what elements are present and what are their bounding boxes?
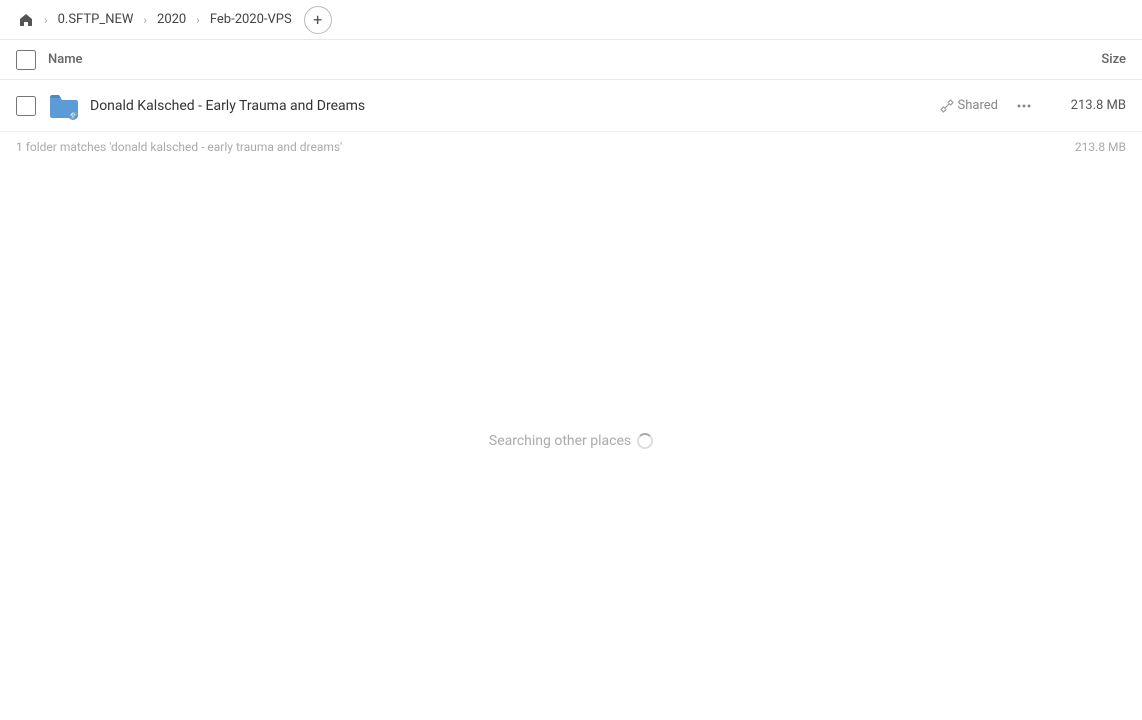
separator-1: › [44,13,48,27]
table-header: Name Size [0,40,1142,80]
spinner [637,433,653,449]
breadcrumb-bar: › 0.SFTP_NEW › 2020 › Feb-2020-VPS + [0,0,1142,40]
shared-label: Shared [958,98,998,113]
status-size: 213.8 MB [1046,140,1126,154]
name-column-header: Name [48,52,1046,67]
app-container: › 0.SFTP_NEW › 2020 › Feb-2020-VPS + Nam… [0,0,1142,720]
table-row[interactable]: 🔗 Donald Kalsched - Early Trauma and Dre… [0,80,1142,132]
file-size: 213.8 MB [1046,98,1126,113]
shared-badge: Shared [940,98,998,113]
breadcrumb-2020[interactable]: 2020 [151,8,192,31]
status-bar: 1 folder matches 'donald kalsched - earl… [0,132,1142,162]
status-text: 1 folder matches 'donald kalsched - earl… [16,140,1046,154]
loading-text: Searching other places [489,433,653,449]
more-options-button[interactable] [1010,92,1038,120]
row-checkbox[interactable] [16,96,36,116]
add-tab-button[interactable]: + [304,6,332,34]
svg-text:🔗: 🔗 [70,111,78,119]
home-button[interactable] [12,6,40,34]
folder-icon-wrapper: 🔗 [48,90,80,122]
size-column-header: Size [1046,52,1126,67]
folder-icon: 🔗 [48,92,80,120]
loading-area: Searching other places [0,162,1142,720]
select-all-checkbox[interactable] [16,50,36,70]
file-name: Donald Kalsched - Early Trauma and Dream… [90,98,940,114]
separator-3: › [196,13,200,27]
loading-label: Searching other places [489,433,631,449]
separator-2: › [143,13,147,27]
breadcrumb-feb[interactable]: Feb-2020-VPS [204,8,298,31]
link-icon [940,99,954,113]
breadcrumb-sftp[interactable]: 0.SFTP_NEW [52,8,140,31]
